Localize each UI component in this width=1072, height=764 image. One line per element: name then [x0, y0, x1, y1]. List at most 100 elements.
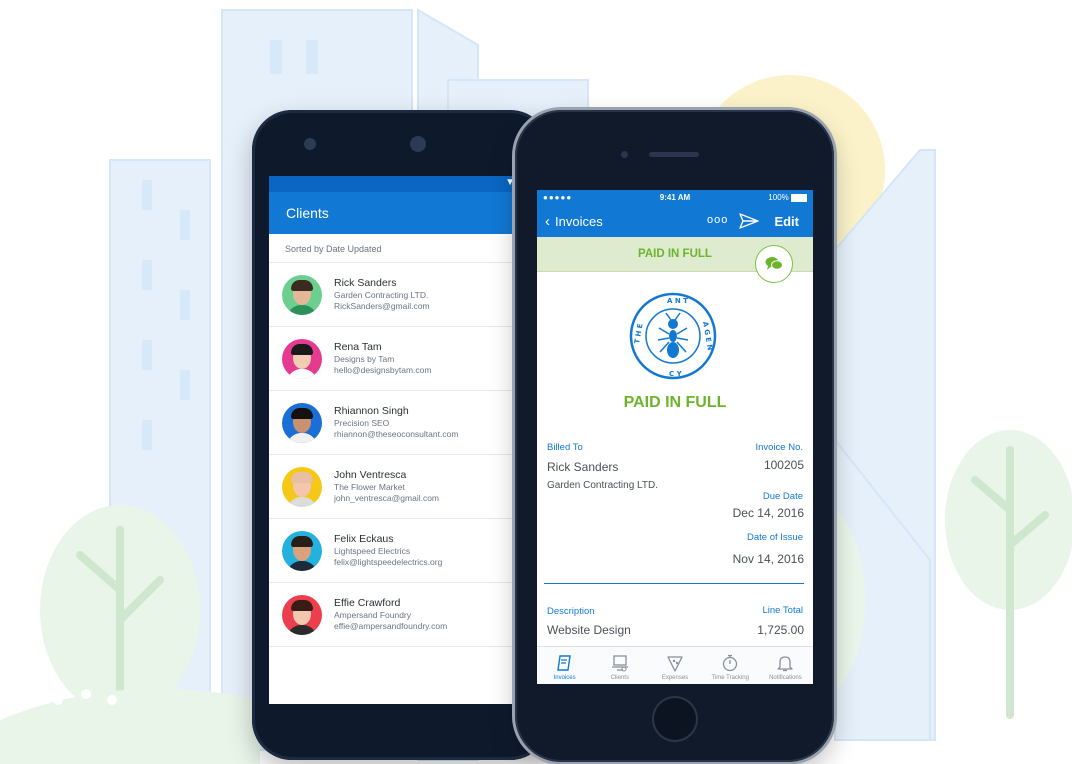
svg-text:A G E N: A G E N [701, 321, 714, 351]
client-company: Garden Contracting LTD. [547, 480, 658, 491]
svg-text:T H E: T H E [633, 323, 644, 345]
client-name: Effie Crawford [334, 597, 401, 610]
android-sensor [304, 138, 316, 150]
client-list: Rick Sanders Garden Contracting LTD. RickS… [269, 263, 521, 647]
line-item-total[interactable]: 1,725.00 [757, 623, 804, 637]
line-total-label: Line Total [762, 605, 804, 616]
client-row[interactable]: Effie Crawford Ampersand Foundry effie@amp… [269, 583, 521, 647]
client-company: Ampersand Foundry [334, 610, 412, 621]
tab-label: Expenses [661, 675, 689, 681]
client-info: Effie Crawford Ampersand Foundry effie@amp… [334, 597, 447, 631]
avatar-hair [291, 535, 313, 547]
android-phone: ▼ Clients Sorted by Date Updated Rick Sa… [252, 110, 550, 760]
chevron-left-icon: ‹ [545, 212, 550, 230]
android-app-bar: Clients [269, 192, 521, 234]
tab-label: Invoices [553, 675, 576, 681]
client-company: Lightspeed Electrics [334, 546, 411, 557]
iphone-front-camera [621, 151, 628, 158]
tab-expenses[interactable]: Expenses [647, 647, 702, 684]
bell-icon [777, 656, 794, 672]
client-company: Garden Contracting LTD. [334, 290, 429, 301]
client-email: RickSanders@gmail.com [334, 301, 430, 312]
battery-indicator: 100% [768, 193, 807, 202]
billed-to-label: Billed To [547, 442, 583, 453]
line-item-description[interactable]: Website Design [547, 623, 631, 637]
issue-date[interactable]: Nov 14, 2016 [733, 552, 804, 566]
client-info: Rena Tam Designs by Tam hello@designsbytam… [334, 341, 431, 375]
avatar [282, 274, 322, 315]
chat-button[interactable] [755, 245, 793, 283]
tab-bar: Invoices Clients Expenses Time Tracking [537, 646, 813, 684]
svg-text:A N T: A N T [667, 297, 688, 305]
avatar-hair [291, 407, 313, 419]
client-info: Rick Sanders Garden Contracting LTD. RickS… [334, 277, 430, 311]
client-row[interactable]: Rhiannon Singh Precision SEO rhiannon@thes… [269, 391, 521, 455]
avatar-hair [291, 471, 313, 483]
page-title: Clients [286, 205, 329, 221]
client-name: John Ventresca [334, 469, 407, 482]
ant-agency-logo: A N T T H E A G E N C Y [629, 292, 717, 380]
due-date[interactable]: Dec 14, 2016 [733, 506, 804, 520]
edit-button[interactable]: Edit [774, 214, 799, 229]
client-company: Precision SEO [334, 418, 390, 429]
client-row[interactable]: Rick Sanders Garden Contracting LTD. RickS… [269, 263, 521, 327]
client-company: Designs by Tam [334, 354, 395, 365]
ios-status-bar: ●●●●● 9:41 AM 100% [537, 190, 813, 207]
sort-label[interactable]: Sorted by Date Updated [269, 234, 521, 263]
avatar-hair [291, 279, 313, 291]
client-company: The Flower Market [334, 482, 405, 493]
avatar-hair [291, 343, 313, 355]
invoice-number: 100205 [763, 458, 804, 472]
battery-icon [791, 193, 807, 202]
avatar [282, 594, 322, 635]
tab-label: Notifications [769, 675, 802, 681]
chat-bubbles-icon [765, 257, 783, 270]
tab-label: Time Tracking [711, 675, 749, 681]
due-date-label: Due Date [762, 491, 803, 502]
avatar-body [287, 624, 317, 635]
divider [544, 583, 804, 584]
avatar [282, 530, 322, 571]
client-name: Rhiannon Singh [334, 405, 409, 418]
client-email: hello@designsbytam.com [334, 365, 432, 376]
avatar-hair [291, 599, 313, 611]
client-name: Rena Tam [334, 341, 382, 354]
more-button[interactable]: ooo [707, 214, 728, 226]
client-email: john_ventresca@gmail.com [334, 493, 440, 504]
client-email: felix@lightspeedelectrics.org [334, 557, 443, 568]
send-icon[interactable] [739, 213, 759, 232]
client-name: Rick Sanders [334, 277, 397, 290]
tab-clients[interactable]: Clients [592, 647, 647, 684]
iphone: ●●●●● 9:41 AM 100% ‹ Invoices ooo Edit P… [515, 110, 834, 762]
iphone-screen: ●●●●● 9:41 AM 100% ‹ Invoices ooo Edit P… [537, 190, 813, 684]
back-button[interactable]: ‹ Invoices [545, 212, 603, 230]
tab-notifications[interactable]: Notifications [758, 647, 813, 684]
client-row[interactable]: Rena Tam Designs by Tam hello@designsbytam… [269, 327, 521, 391]
client-info: Rhiannon Singh Precision SEO rhiannon@thes… [334, 405, 458, 439]
paid-banner: PAID IN FULL [537, 237, 813, 283]
tab-label: Clients [610, 675, 629, 681]
wifi-icon: ▼ [505, 177, 515, 188]
avatar [282, 402, 322, 443]
avatar-body [287, 368, 317, 379]
home-button[interactable] [652, 696, 698, 742]
tab-time-tracking[interactable]: Time Tracking [703, 647, 758, 684]
description-label: Description [547, 606, 595, 617]
avatar-body [287, 304, 317, 315]
client-row[interactable]: John Ventresca The Flower Market john_vent… [269, 455, 521, 519]
battery-level: 100% [768, 193, 789, 202]
client-row[interactable]: Felix Eckaus Lightspeed Electrics felix@li… [269, 519, 521, 583]
client-email: effie@ampersandfoundry.com [334, 621, 448, 632]
iphone-speaker [649, 152, 699, 157]
paid-banner-text: PAID IN FULL [638, 248, 712, 260]
tab-invoices[interactable]: Invoices [537, 647, 592, 684]
ios-nav-bar: ‹ Invoices ooo Edit [537, 207, 813, 237]
avatar [282, 338, 322, 379]
android-front-camera [410, 136, 426, 152]
issue-date-label: Date of Issue [747, 532, 803, 543]
clients-icon [611, 655, 628, 672]
avatar-body [287, 432, 317, 443]
android-screen: ▼ Clients Sorted by Date Updated Rick Sa… [269, 176, 521, 704]
back-label: Invoices [555, 214, 603, 229]
client-name[interactable]: Rick Sanders [547, 460, 618, 474]
